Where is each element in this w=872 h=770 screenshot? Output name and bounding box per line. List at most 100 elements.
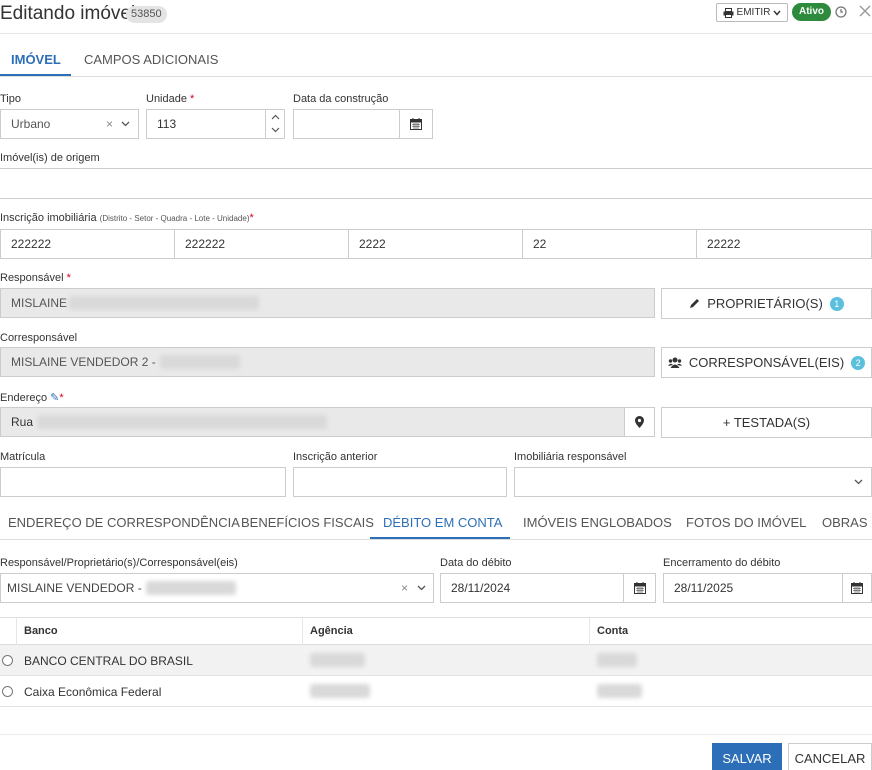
table-row[interactable]: BANCO CENTRAL DO BRASIL [0,645,872,676]
responsavel-value: MISLAINE [11,296,68,310]
calendar-button[interactable] [399,109,433,139]
cancel-button[interactable]: CANCELAR [788,743,872,770]
footer-divider [0,734,872,735]
encerramento-calendar-button[interactable] [842,573,872,603]
proprietarios-button[interactable]: PROPRIETÁRIO(S) 1 [661,288,872,319]
row-radio[interactable] [2,655,13,666]
tab-beneficios-fiscais[interactable]: BENEFÍCIOS FISCAIS [241,515,374,530]
proprietarios-count: 1 [829,296,844,311]
chevron-down-icon [773,10,781,16]
section-tabs-divider [0,539,872,540]
inscricao-unidade-input[interactable]: 22222 [696,229,872,259]
row-radio[interactable] [2,686,13,697]
endereco-value: Rua [11,415,34,429]
corresponsavel-label: Corresponsável [0,332,78,344]
endereco-field: Rua [0,407,625,437]
history-icon[interactable] [835,6,847,21]
chevron-down-icon[interactable] [271,127,280,133]
chevron-down-icon [854,479,863,485]
bank-table: Banco Agência Conta BANCO CENTRAL DO BRA… [0,617,872,707]
chevron-down-icon [417,585,426,591]
tipo-value: Urbano [11,117,51,131]
data-debito-calendar-button[interactable] [623,573,656,603]
testadas-label: + TESTADA(S) [722,415,811,430]
emitir-label: EMITIR [736,7,771,18]
corresponsavel-field: MISLAINE VENDEDOR 2 - [0,347,655,377]
corresponsaveis-button[interactable]: CORRESPONSÁVEL(EIS) 2 [661,347,872,378]
inscricao-distrito-input[interactable]: 222222 [0,229,175,259]
calendar-icon [851,582,863,594]
inscricao-anterior-label: Inscrição anterior [293,451,378,463]
tabs-divider [0,76,872,77]
stepper-controls [265,110,284,138]
status-badge: Ativo [792,3,831,21]
chevron-up-icon[interactable] [271,114,280,120]
encerramento-label: Encerramento do débito [663,557,781,569]
imobiliaria-label: Imobiliária responsável [514,451,627,463]
tab-campos-adicionais[interactable]: CAMPOS ADICIONAIS [84,52,218,67]
redacted-agencia [310,653,365,667]
column-header-conta: Conta [597,625,629,637]
column-header-agencia: Agência [310,625,353,637]
tipo-select[interactable]: Urbano × [0,109,139,139]
matricula-label: Matrícula [0,451,46,463]
table-row[interactable]: Caixa Econômica Federal [0,676,872,707]
unidade-label: Unidade * [146,93,195,105]
matricula-input[interactable] [0,467,286,497]
data-construcao-input[interactable] [293,109,400,139]
tab-imoveis-englobados[interactable]: IMÓVEIS ENGLOBADOS [523,515,672,530]
debito-responsavel-label: Responsável/Proprietário(s)/Corresponsáv… [0,557,238,569]
encerramento-input[interactable]: 28/11/2025 [663,573,843,603]
tab-endereco-correspondencia[interactable]: ENDEREÇO DE CORRESPONDÊNCIA [8,515,240,530]
users-icon [667,357,682,368]
corresponsaveis-count: 2 [851,355,866,370]
column-header-banco: Banco [24,625,58,637]
header-divider [0,33,872,34]
unidade-value: 113 [157,117,177,131]
redacted-agencia [310,684,370,698]
redacted-text [37,415,328,429]
tipo-label: Tipo [0,93,21,105]
clear-icon[interactable]: × [106,117,113,131]
testadas-button[interactable]: + TESTADA(S) [661,407,872,438]
calendar-icon [633,582,646,594]
inscricao-lote-input[interactable]: 22 [522,229,697,259]
responsavel-label: Responsável * [0,272,71,284]
debito-responsavel-value: MISLAINE VENDEDOR - [7,581,142,595]
inscricao-quadra-input[interactable]: 2222 [348,229,523,259]
responsavel-field: MISLAINE [0,288,655,318]
imobiliaria-select[interactable] [514,467,872,497]
debito-responsavel-select[interactable]: MISLAINE VENDEDOR - × [0,573,434,603]
save-button[interactable]: SALVAR [712,743,782,770]
tab-fotos-imovel[interactable]: FOTOS DO IMÓVEL [686,515,806,530]
inscricao-label: Inscrição imobiliária (Distrito - Setor … [0,212,254,224]
tab-debito-em-conta[interactable]: DÉBITO EM CONTA [383,515,502,530]
corresponsaveis-label: CORRESPONSÁVEL(EIS) [688,355,845,370]
pencil-icon [690,299,700,308]
redacted-conta [597,684,642,698]
map-marker-button[interactable] [624,407,655,437]
tab-obras[interactable]: OBRAS [822,515,868,530]
record-id-badge: 53850 [126,6,167,23]
print-icon [723,7,734,18]
redacted-text [159,355,240,369]
tab-imovel[interactable]: IMÓVEL [11,52,61,67]
data-construcao-label: Data da construção [293,93,389,105]
inscricao-setor-input[interactable]: 222222 [174,229,349,259]
banco-cell: BANCO CENTRAL DO BRASIL [24,654,193,668]
edit-pencil-icon[interactable]: ✎ [50,392,59,404]
close-icon[interactable] [858,4,872,21]
emitir-button[interactable]: EMITIR [716,3,788,22]
table-header-row [0,617,872,645]
chevron-down-icon [121,121,130,127]
page-title: Editando imóvel [0,3,136,24]
redacted-conta [597,653,637,667]
redacted-text [69,296,260,310]
imoveis-origem-label: Imóvel(is) de origem [0,152,100,164]
imoveis-origem-input[interactable] [0,168,872,199]
clear-icon[interactable]: × [401,581,408,595]
corresponsavel-value: MISLAINE VENDEDOR 2 - [11,355,156,369]
proprietarios-label: PROPRIETÁRIO(S) [707,296,823,311]
data-debito-input[interactable]: 28/11/2024 [440,573,624,603]
inscricao-anterior-input[interactable] [293,467,507,497]
